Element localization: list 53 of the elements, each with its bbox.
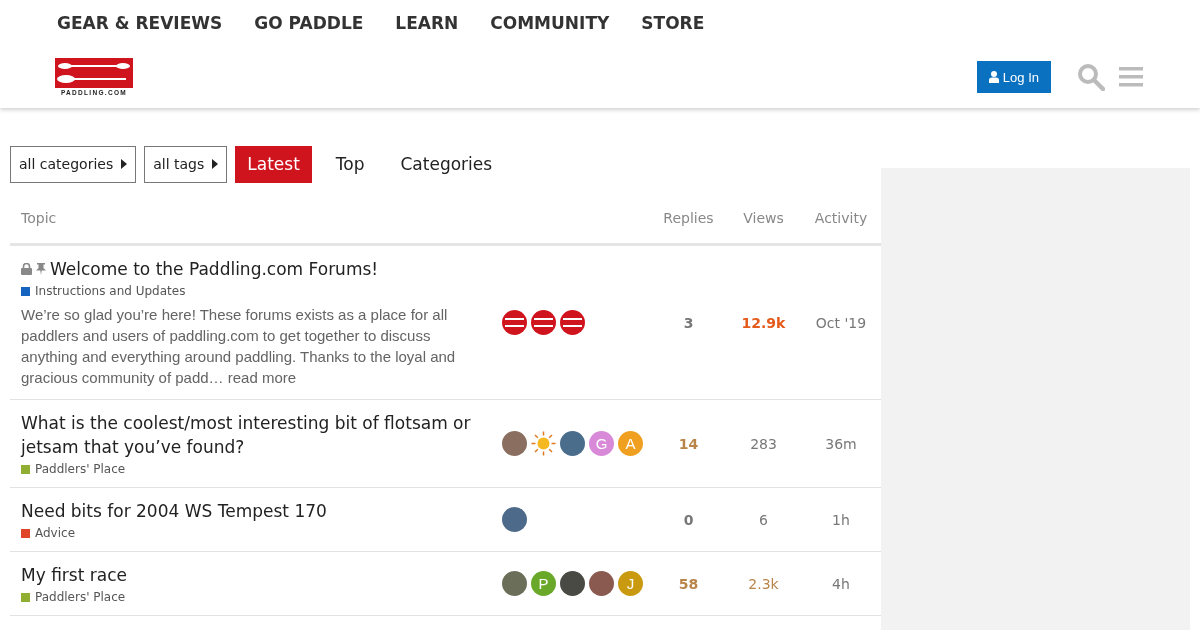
- category-label[interactable]: Instructions and Updates: [35, 284, 186, 298]
- nav-tab[interactable]: Top: [323, 145, 377, 183]
- sun-avatar-icon: [531, 431, 556, 456]
- paddle-logo-icon: [55, 58, 133, 88]
- replies-count: 0: [682, 511, 695, 528]
- column-header[interactable]: Activity: [801, 209, 881, 226]
- replies-count: 14: [677, 435, 700, 452]
- caret-icon: [212, 159, 219, 169]
- nav-link[interactable]: STORE: [641, 12, 705, 46]
- views-count: 6: [758, 511, 769, 528]
- photo-placeholder[interactable]: [560, 431, 585, 456]
- topic-title[interactable]: What is the coolest/most interesting bit of flotsam or jetsam that you’ve found?: [21, 411, 488, 459]
- paddle-logo-avatar: [531, 310, 556, 335]
- topic-title[interactable]: Welcome to the Paddling.com Forums!: [50, 257, 379, 281]
- nav-tab[interactable]: Categories: [388, 145, 505, 183]
- column-header[interactable]: Topic: [10, 209, 651, 226]
- activity-time[interactable]: 4h: [801, 575, 881, 592]
- login-button[interactable]: Log In: [976, 61, 1051, 93]
- category-label[interactable]: Paddlers' Place: [35, 590, 126, 604]
- nav-link[interactable]: GO PADDLE: [254, 12, 364, 46]
- filter-dropdown[interactable]: all categories: [10, 145, 137, 183]
- nav-link[interactable]: COMMUNITY: [490, 12, 610, 46]
- paddle-logo-avatar: [502, 310, 527, 335]
- activity-time[interactable]: Oct '19: [801, 314, 881, 331]
- views-count: 2.3k: [747, 575, 780, 592]
- photo-placeholder[interactable]: [502, 431, 527, 456]
- topic-title[interactable]: Need bits for 2004 WS Tempest 170: [21, 499, 327, 523]
- nav-link[interactable]: LEARN: [395, 12, 459, 46]
- views-count: 12.9k: [740, 314, 787, 331]
- paddle-logo-avatar: [560, 310, 585, 335]
- caret-icon: [121, 159, 128, 169]
- category-label[interactable]: Paddlers' Place: [35, 462, 126, 476]
- column-header[interactable]: Replies: [651, 209, 726, 226]
- replies-count: 58: [677, 575, 700, 592]
- activity-time[interactable]: 36m: [801, 435, 881, 452]
- views-count: 283: [749, 435, 778, 452]
- topic-title[interactable]: My first race: [21, 563, 127, 587]
- menu-icon: [1119, 66, 1143, 88]
- nav-link[interactable]: GEAR & REVIEWS: [57, 12, 223, 46]
- filter-dropdown[interactable]: all tags: [144, 145, 228, 183]
- nav-tab[interactable]: Latest: [235, 145, 312, 183]
- user-icon: [988, 71, 999, 83]
- read-more-link[interactable]: read more: [227, 369, 297, 386]
- column-header[interactable]: Views: [726, 209, 801, 226]
- photo-placeholder[interactable]: [502, 507, 527, 532]
- photo-placeholder[interactable]: [560, 571, 585, 596]
- replies-count: 3: [682, 314, 695, 331]
- photo-placeholder[interactable]: [502, 571, 527, 596]
- search-icon: [1077, 63, 1105, 91]
- topic-excerpt: We’re so glad you’re here! These forums exists as a place for all paddlers and users of paddling.com to get together to discuss anything and everything around paddling. Thanks to the loyal and gracious community of padd… read more: [21, 305, 457, 388]
- activity-time[interactable]: 1h: [801, 511, 881, 528]
- category-label[interactable]: Advice: [35, 526, 76, 540]
- photo-placeholder[interactable]: [589, 571, 614, 596]
